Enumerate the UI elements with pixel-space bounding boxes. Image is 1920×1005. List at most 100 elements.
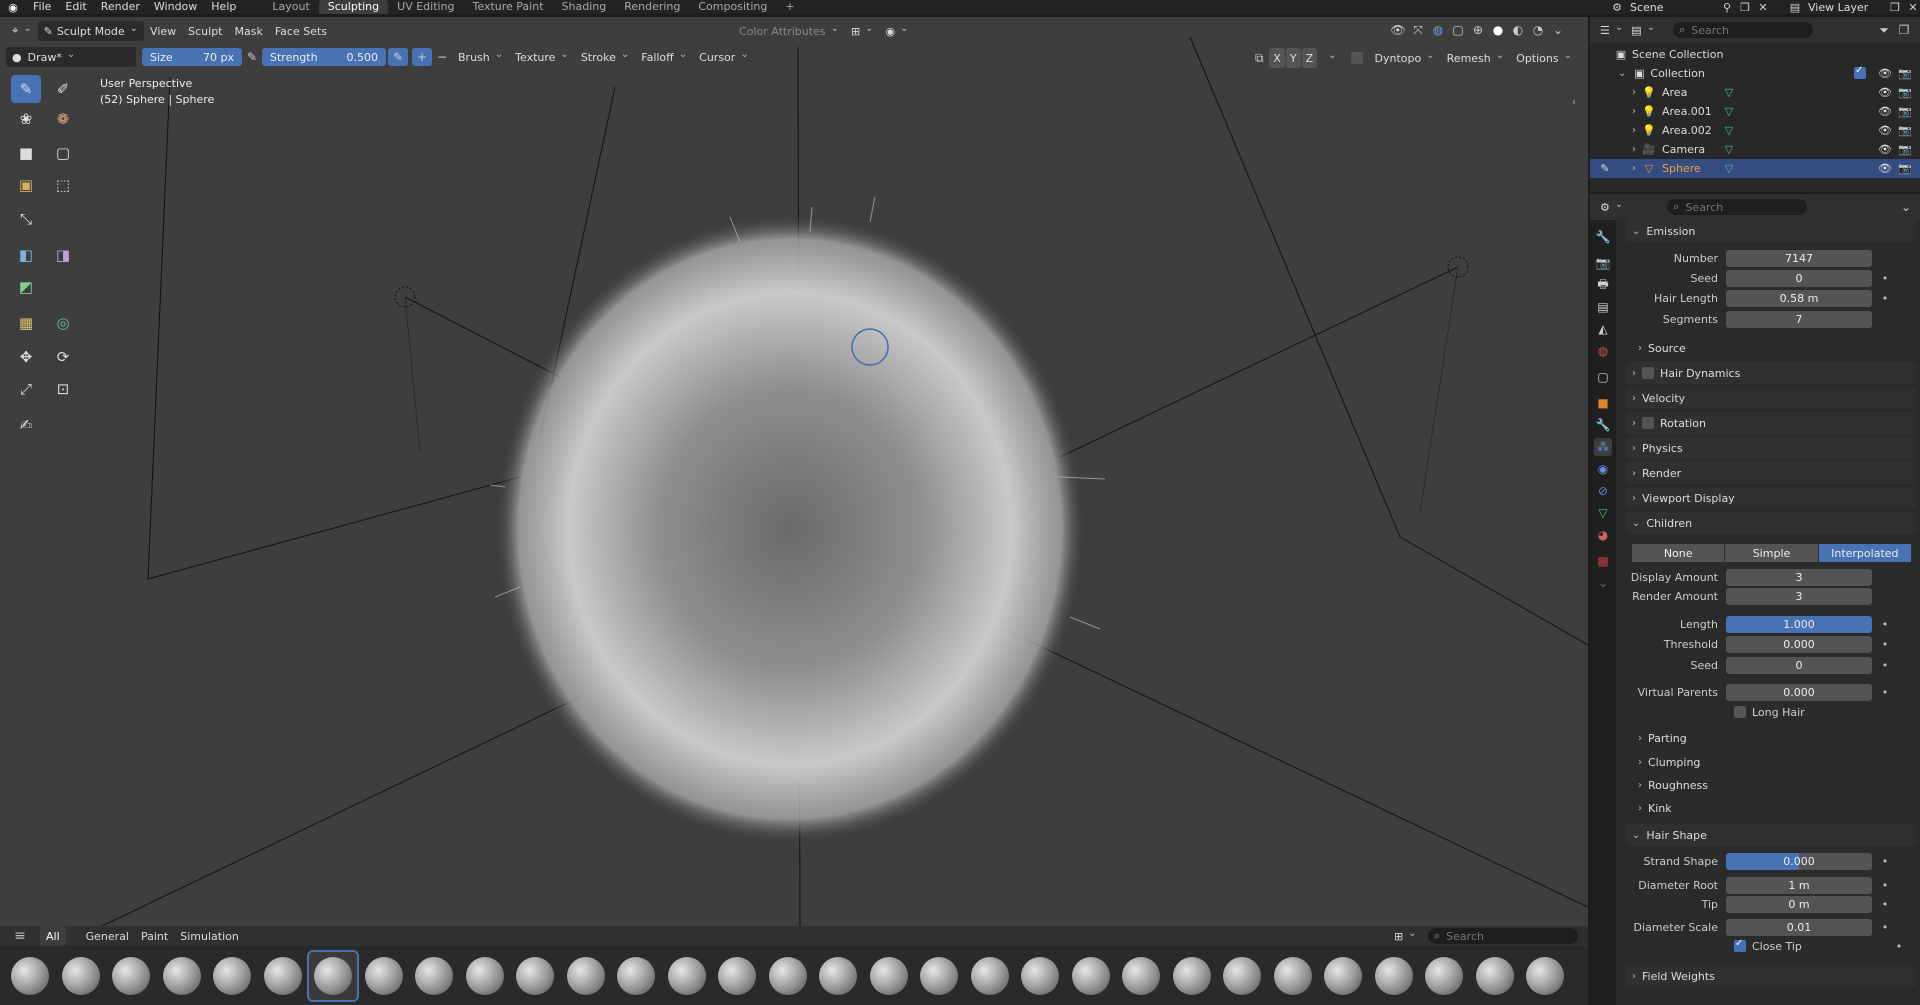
outliner-item[interactable]: › 🎥 Camera ▽ 👁 📷 [1590,140,1920,159]
shading-options-icon[interactable]: ⌄ [1548,21,1568,39]
eye-icon[interactable]: 👁 [1878,162,1892,176]
children-mode-none[interactable]: None [1632,544,1726,562]
object-data-icon[interactable]: ▽ [1722,124,1736,138]
particles-tab-icon[interactable]: ⁂ [1594,438,1612,456]
threshold-field[interactable]: 0.000 [1726,635,1872,653]
object-data-icon[interactable]: ▽ [1722,86,1736,100]
number-field[interactable]: 7147 [1726,249,1872,267]
shelf-tab-simulation[interactable]: Simulation [174,926,245,946]
symmetry-z-toggle[interactable]: Z [1301,48,1318,68]
camera-render-icon[interactable]: 📷 [1898,143,1912,157]
editor-type-button[interactable]: ⌖ [6,21,38,41]
properties-editor-type[interactable]: ⚙ [1596,197,1627,217]
outliner-collection[interactable]: ⌄ ▣ Collection 👁 📷 [1590,64,1920,83]
sidebar-toggle-icon[interactable]: ‹ [1572,97,1576,108]
chevron-down-icon[interactable]: ⌄ [1896,198,1916,216]
direction-subtract-button[interactable]: − [432,48,452,66]
brush-thumbnail[interactable] [360,952,408,1000]
long-hair-row[interactable]: Long Hair [1626,703,1916,721]
chevron-down-icon[interactable]: ⌄ [1618,68,1626,79]
virtual-parents-field[interactable]: 0.000 [1726,683,1872,701]
data-tab-icon[interactable]: ▽ [1594,504,1612,522]
dyntopo-checkbox[interactable] [1350,52,1363,64]
delete-view-layer-icon[interactable]: ✕ [1906,0,1920,14]
workspace-tab-texture-paint[interactable]: Texture Paint [464,0,553,14]
emission-seed-field[interactable]: 0 [1726,269,1872,287]
gizmo-icon[interactable]: ⤧ [1408,21,1428,39]
object-data-icon[interactable]: ▽ [1722,143,1736,157]
brush-thumbnail[interactable] [1319,952,1367,1000]
brush-thumbnail[interactable] [966,952,1014,1000]
long-hair-checkbox[interactable] [1734,706,1746,718]
pin-icon[interactable]: ⚲ [1720,0,1734,14]
camera-render-icon[interactable]: 📷 [1898,162,1912,176]
size-field[interactable]: Size 70 px [142,48,242,66]
symmetry-y-toggle[interactable]: Y [1285,48,1301,68]
diameter-scale-field[interactable]: 0.01 [1726,918,1872,936]
panel-field-weights[interactable]: › Field Weights [1626,965,1916,987]
display-mode-icon[interactable]: ▤ [1627,20,1659,40]
shelf-search-input[interactable] [1446,929,1557,943]
render-amount-field[interactable]: 3 [1726,587,1872,605]
hair-dynamics-checkbox[interactable] [1642,367,1654,379]
segments-field[interactable]: 7 [1726,310,1872,328]
visibility-icon[interactable]: 👁 [1388,21,1408,39]
shelf-tab-general[interactable]: General [80,926,135,946]
brush-thumbnail[interactable] [511,952,559,1000]
subpanel-parting[interactable]: › Parting [1638,728,1687,748]
brush-thumbnail[interactable] [764,952,812,1000]
tool-mask-by-color[interactable]: ◎ [48,309,78,337]
world-tab-icon[interactable]: ◍ [1594,342,1612,360]
object-tab-icon[interactable]: ■ [1594,394,1612,412]
tool-edit-face-set[interactable]: ▦ [11,309,41,337]
texture-menu[interactable]: Texture [509,47,575,67]
workspace-tab-uv-editing[interactable]: UV Editing [388,0,463,14]
camera-render-icon[interactable]: 📷 [1898,86,1912,100]
length-field[interactable]: 1.000 [1726,615,1872,633]
blender-logo-icon[interactable]: ◉ [6,0,20,14]
brush-thumbnail[interactable] [612,952,660,1000]
new-collection-icon[interactable]: ❐ [1894,21,1914,39]
tool-annotate[interactable]: ✍ [11,411,41,439]
brush-thumbnail[interactable] [307,950,359,1002]
brush-thumbnail[interactable] [57,952,105,1000]
view-layer-selector[interactable]: View Layer [1808,1,1888,14]
brush-thumbnail[interactable] [1521,952,1569,1000]
panel-emission[interactable]: ⌄ Emission [1626,220,1916,242]
filter-icon[interactable]: ⏷ [1874,21,1894,39]
workspace-tab-layout[interactable]: Layout [263,0,318,14]
remesh-menu[interactable]: Remesh [1441,48,1511,68]
tool-smear[interactable]: ❁ [48,105,78,133]
object-data-icon[interactable]: ▽ [1722,105,1736,119]
mode-selector[interactable]: ✎ Sculpt Mode [37,21,145,41]
display-amount-field[interactable]: 3 [1726,568,1872,586]
eye-icon[interactable]: 👁 [1878,105,1892,119]
brush-thumbnail[interactable] [663,952,711,1000]
children-seed-field[interactable]: 0 [1726,656,1872,674]
outliner-item[interactable]: › 💡 Area ▽ 👁 📷 [1590,83,1920,102]
color-attributes-dropdown[interactable]: Color Attributes [733,21,845,41]
outliner-scene-collection[interactable]: ▣ Scene Collection [1590,45,1920,64]
tool-draw-sharp[interactable]: ✐ [48,75,78,103]
chevron-right-icon[interactable]: › [1632,125,1636,136]
brush-thumbnail[interactable] [1168,952,1216,1000]
menu-face-sets[interactable]: Face Sets [269,21,333,41]
brush-selector[interactable]: ● Draw* [6,47,136,67]
menu-view[interactable]: View [144,21,182,41]
symmetry-options[interactable] [1317,48,1342,68]
falloff-menu[interactable]: Falloff [635,47,693,67]
brush-menu[interactable]: Brush [452,47,509,67]
brush-thumbnail[interactable] [865,952,913,1000]
outliner-item[interactable]: ✎ › ▽ Sphere ▽ 👁 📷 [1590,159,1920,178]
tool-box-mask[interactable]: ■ [11,139,41,167]
edit-mode-icon[interactable]: ✎ [1598,162,1612,176]
brush-thumbnail[interactable] [1067,952,1115,1000]
shading-wireframe-icon[interactable]: ⊕ [1468,21,1488,39]
tool-scale[interactable]: ⤢ [11,375,41,403]
close-tip-checkbox[interactable] [1734,938,1746,952]
menu-help[interactable]: Help [204,0,243,14]
stroke-menu[interactable]: Stroke [575,47,635,67]
xray-icon[interactable]: ▢ [1448,21,1468,39]
diameter-root-field[interactable]: 1 m [1726,876,1872,894]
brush-thumbnail[interactable] [915,952,963,1000]
